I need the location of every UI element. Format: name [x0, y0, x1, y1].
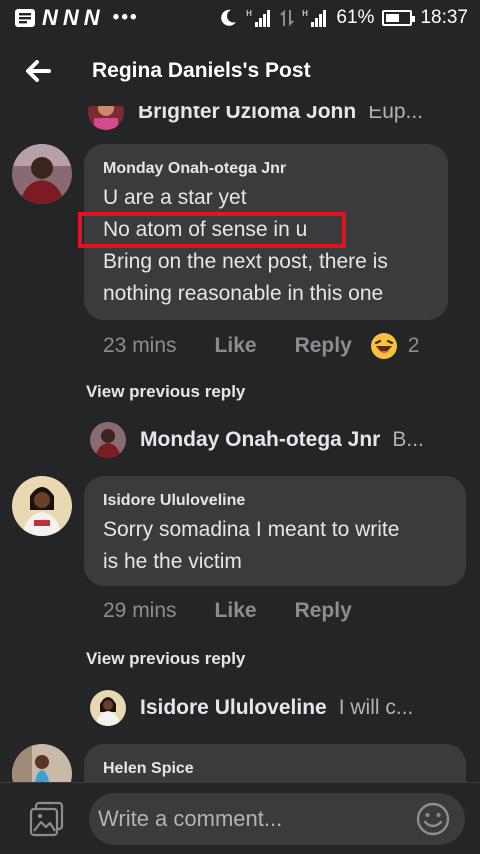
reply-button[interactable]: Reply: [295, 334, 352, 358]
network-letter-n: N: [83, 5, 100, 30]
comment-composer: Write a comment...: [0, 782, 480, 854]
back-arrow-icon: [26, 60, 51, 82]
status-right: H H 61% 18:37: [218, 7, 468, 29]
reaction-summary[interactable]: 2: [370, 332, 420, 360]
reply-button[interactable]: Reply: [295, 599, 352, 623]
network-letter-n: N: [42, 5, 58, 30]
comment-line: nothing reasonable in this one: [103, 282, 384, 305]
avatar[interactable]: [90, 690, 126, 726]
page-header: Regina Daniels's Post: [0, 36, 480, 106]
avatar[interactable]: [12, 144, 72, 204]
avatar-image: [12, 476, 72, 536]
avatar[interactable]: [12, 744, 72, 782]
emoji-icon[interactable]: [415, 801, 451, 837]
svg-text:H: H: [302, 9, 308, 18]
comment-input-placeholder: Write a comment...: [98, 805, 283, 831]
avatar-image: [12, 744, 72, 782]
avatar[interactable]: [90, 422, 126, 458]
data-transfer-icon: [280, 9, 295, 27]
svg-text:H: H: [246, 9, 252, 18]
notification-app-icon: [15, 9, 35, 27]
comment-actions: 23 mins Like Reply 2: [103, 332, 419, 360]
battery-icon: [382, 10, 416, 26]
page-title: Regina Daniels's Post: [92, 59, 311, 82]
comment-line: Bring on the next post, there is: [103, 250, 388, 273]
comment-author[interactable]: Helen Spice: [103, 760, 194, 778]
comment-author[interactable]: Isidore Ululoveline: [103, 492, 245, 510]
reply-author-name[interactable]: Monday Onah-otega Jnr: [140, 428, 380, 452]
signal-icon: H: [302, 9, 327, 27]
reply-preview[interactable]: Isidore Ululoveline I will c...: [90, 690, 413, 726]
view-previous-reply-link[interactable]: View previous reply: [86, 649, 245, 669]
haha-reaction-icon: [370, 333, 397, 359]
comment-line: is he the victim: [103, 550, 242, 573]
like-button[interactable]: Like: [215, 599, 257, 623]
signal-icon: H: [246, 9, 271, 27]
comment-thread[interactable]: Brighter Uzioma John Eup... Monday Onah-…: [0, 100, 480, 782]
more-notifications-dots: •••: [112, 7, 139, 28]
avatar-image: [90, 690, 126, 726]
comment-timestamp: 23 mins: [103, 334, 177, 357]
comment-line: Sorry somadina I meant to write: [103, 518, 400, 541]
battery-level: [386, 14, 400, 22]
view-previous-reply-link[interactable]: View previous reply: [86, 382, 245, 402]
highlight-box: [78, 212, 346, 248]
battery-percent: 61%: [336, 7, 375, 28]
reply-snippet: B...: [392, 428, 424, 451]
comment-input[interactable]: Write a comment...: [89, 792, 465, 845]
network-letter-n: N: [62, 5, 79, 30]
avatar-image: [90, 422, 126, 458]
comment-bubble[interactable]: Helen Spice: [84, 744, 466, 782]
reply-preview[interactable]: Monday Onah-otega Jnr B...: [90, 422, 424, 458]
comment-actions: 29 mins Like Reply: [103, 599, 352, 623]
status-left: N N N •••: [14, 5, 139, 31]
clock: 18:37: [420, 7, 468, 28]
back-button[interactable]: [8, 36, 68, 106]
comment-line: U are a star yet: [103, 186, 247, 209]
like-button[interactable]: Like: [215, 334, 257, 358]
reply-snippet: I will c...: [338, 696, 414, 719]
status-bar: N N N ••• H H 61% 18:37: [0, 0, 480, 36]
moon-icon: [221, 9, 237, 26]
avatar-image: [12, 144, 72, 204]
reaction-count: 2: [407, 334, 420, 357]
comment-author[interactable]: Monday Onah-otega Jnr: [103, 160, 286, 178]
comment-timestamp: 29 mins: [103, 599, 177, 622]
photo-button[interactable]: [27, 799, 67, 839]
photo-icon: [29, 801, 64, 836]
reply-author-name[interactable]: Isidore Ululoveline: [140, 696, 327, 720]
comment-bubble[interactable]: Isidore Ululoveline Sorry somadina I mea…: [84, 476, 466, 586]
avatar[interactable]: [12, 476, 72, 536]
